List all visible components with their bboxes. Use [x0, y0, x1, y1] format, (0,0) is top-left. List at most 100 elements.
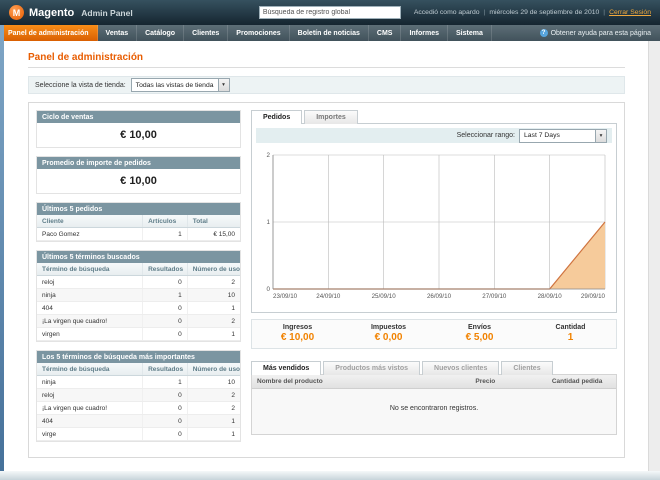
logged-in-as: Accedió como apardo	[413, 9, 480, 16]
column-header: Nombre del producto	[252, 375, 471, 389]
tab-most-viewed[interactable]: Productos más vistos	[323, 361, 421, 375]
tab-orders[interactable]: Pedidos	[251, 110, 303, 124]
svg-text:28/09/10: 28/09/10	[538, 293, 563, 300]
stat-revenue: Ingresos € 10,00	[280, 324, 315, 343]
nav-item-catalog[interactable]: Catálogo	[137, 25, 185, 41]
page-title: Panel de administración	[28, 52, 144, 63]
column-header: Cantidad pedida	[546, 375, 616, 389]
widget-title: Ciclo de ventas	[37, 111, 240, 123]
main-nav: Panel de administración Ventas Catálogo …	[0, 25, 660, 41]
lifetime-sales-widget: Ciclo de ventas € 10,00	[36, 110, 241, 148]
window-bottom-strip	[0, 471, 660, 480]
page-help-link[interactable]: ? Obtener ayuda para esta página	[531, 25, 660, 41]
nav-item-promotions[interactable]: Promociones	[228, 25, 290, 41]
table-row[interactable]: ninja 1 10	[37, 375, 240, 389]
column-header: Cliente	[37, 215, 144, 228]
range-label: Seleccionar rango:	[456, 132, 515, 139]
header-session-info: Accedió como apardo | miércoles 29 de se…	[414, 9, 651, 16]
separator: |	[483, 9, 486, 16]
store-view-switcher: Seleccione la vista de tienda: Todas las…	[28, 76, 625, 94]
global-search-input[interactable]	[258, 6, 401, 19]
table-row[interactable]: ninja 1 10	[37, 288, 240, 302]
column-header: Precio	[470, 375, 547, 389]
nav-item-cms[interactable]: CMS	[369, 25, 402, 41]
column-header: Resultados	[142, 263, 188, 276]
table-row[interactable]: ¡La virgen que cuadro! 0 2	[37, 314, 240, 328]
logout-link[interactable]: Cerrar Sesión	[609, 9, 651, 16]
empty-records-message: No se encontraron registros.	[252, 389, 616, 434]
table-row[interactable]: virgen 0 1	[37, 327, 240, 341]
magento-logo-icon: M	[9, 5, 24, 20]
nav-item-sales[interactable]: Ventas	[98, 25, 138, 41]
content-area: Panel de administración Seleccione la vi…	[4, 41, 649, 471]
range-selector-bar: Seleccionar rango: Last 7 Days ▾	[256, 128, 612, 143]
window-edge-right	[648, 41, 660, 471]
table-row[interactable]: ¡La virgen que cuadro! 0 2	[37, 401, 240, 415]
widget-title: Los 5 términos de búsqueda más important…	[37, 351, 240, 363]
help-icon: ?	[539, 29, 548, 37]
lifetime-sales-value: € 10,00	[37, 123, 240, 147]
nav-item-newsletter[interactable]: Boletín de noticias	[290, 25, 369, 41]
chevron-down-icon: ▾	[217, 79, 229, 91]
help-label: Obtener ayuda para esta página	[550, 29, 651, 37]
header-bar: M Magento Admin Panel Accedió como apard…	[0, 0, 660, 25]
dashboard-container: Ciclo de ventas € 10,00 Promedio de impo…	[28, 102, 625, 458]
last-search-widget: Últimos 5 términos buscados Término de b…	[36, 250, 241, 342]
column-header: Total	[187, 215, 240, 228]
table-row[interactable]: reloj 0 2	[37, 388, 240, 402]
chart-tabs: Pedidos Importes	[251, 110, 617, 124]
chevron-down-icon: ▾	[595, 129, 606, 142]
store-view-select[interactable]: Todas las vistas de tienda ▾	[130, 78, 230, 92]
nav-item-customers[interactable]: Clientes	[184, 25, 229, 41]
tab-new-customers[interactable]: Nuevos clientes	[422, 361, 500, 375]
column-header: Término de búsqueda	[37, 363, 144, 376]
tab-bestsellers[interactable]: Más vendidos	[251, 361, 322, 375]
logo-text: Magento	[29, 6, 75, 19]
svg-text:27/09/10: 27/09/10	[482, 293, 507, 300]
stat-shipping: Envíos € 5,00	[465, 324, 494, 343]
last-search-table: Término de búsqueda Resultados Número de…	[37, 263, 240, 341]
product-tabs: Más vendidos Productos más vistos Nuevos…	[251, 361, 617, 375]
magento-admin-dashboard: M Magento Admin Panel Accedió como apard…	[0, 0, 660, 480]
window-edge-left	[0, 25, 4, 471]
column-header: Artículos	[142, 215, 188, 228]
tab-customers[interactable]: Clientes	[501, 361, 553, 375]
bestsellers-grid: Nombre del producto Precio Cantidad pedi…	[251, 374, 617, 435]
table-row[interactable]: virge 0 1	[37, 427, 240, 441]
table-row[interactable]: reloj 0 2	[37, 275, 240, 289]
svg-text:29/09/10: 29/09/10	[581, 293, 606, 300]
last-orders-table: Cliente Artículos Total Paco Gomez 1 € 1…	[37, 215, 240, 241]
column-header: Término de búsqueda	[37, 263, 144, 276]
svg-text:2: 2	[267, 152, 271, 159]
svg-text:23/09/10: 23/09/10	[273, 293, 298, 300]
stat-quantity: Cantidad 1	[555, 324, 586, 343]
range-select[interactable]: Last 7 Days ▾	[519, 128, 607, 143]
nav-item-dashboard[interactable]: Panel de administración	[0, 25, 98, 41]
nav-item-system[interactable]: Sistema	[448, 25, 492, 41]
table-row[interactable]: 404 0 1	[37, 414, 240, 428]
top-search-widget: Los 5 términos de búsqueda más important…	[36, 350, 241, 442]
dashboard-left-column: Ciclo de ventas € 10,00 Promedio de impo…	[36, 110, 241, 450]
orders-chart-panel: Seleccionar rango: Last 7 Days ▾ 23/09/1…	[251, 123, 617, 313]
svg-text:24/09/10: 24/09/10	[316, 293, 341, 300]
svg-text:26/09/10: 26/09/10	[427, 293, 452, 300]
average-orders-value: € 10,00	[37, 169, 240, 193]
stat-tax: Impuestos € 0,00	[370, 324, 406, 343]
table-row[interactable]: 404 0 1	[37, 301, 240, 315]
column-header: Resultados	[142, 363, 188, 376]
widget-title: Últimos 5 pedidos	[37, 203, 240, 215]
tab-amounts[interactable]: Importes	[304, 110, 358, 124]
column-header: Número de usos	[187, 263, 240, 276]
title-divider	[28, 67, 625, 68]
totals-bar: Ingresos € 10,00 Impuestos € 0,00 Envíos…	[251, 319, 617, 349]
current-date: miércoles 29 de septiembre de 2010	[489, 9, 600, 16]
top-search-table: Término de búsqueda Resultados Número de…	[37, 363, 240, 441]
nav-item-reports[interactable]: Informes	[401, 25, 449, 41]
widget-title: Últimos 5 términos buscados	[37, 251, 240, 263]
svg-text:25/09/10: 25/09/10	[372, 293, 397, 300]
orders-chart: 23/09/10 24/09/10 25/09/10 26/09/10 27/09/10…	[267, 152, 606, 300]
table-row[interactable]: Paco Gomez 1 € 15,00	[37, 227, 240, 241]
store-view-label: Seleccione la vista de tienda:	[35, 81, 126, 89]
column-header: Número de usos	[187, 363, 240, 376]
separator: |	[603, 9, 606, 16]
